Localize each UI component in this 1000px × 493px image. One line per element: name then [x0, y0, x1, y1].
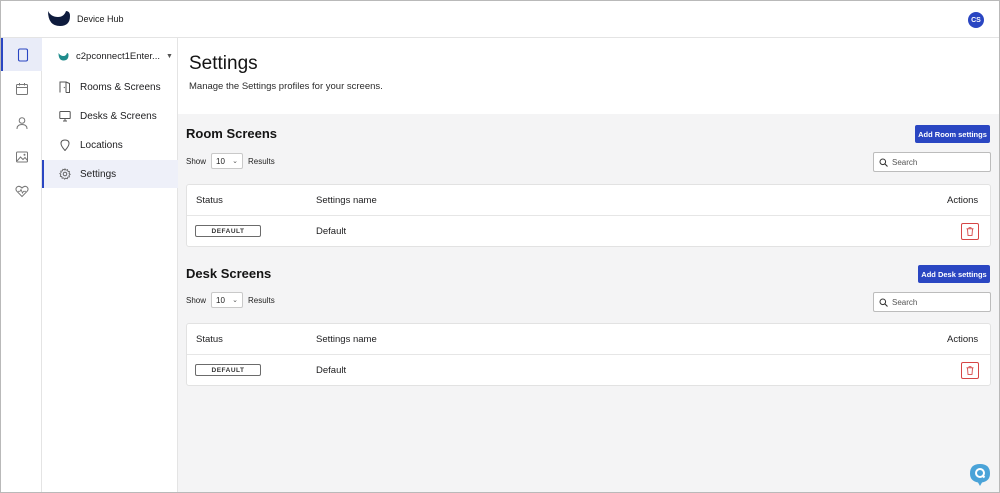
chevron-down-icon: ▼	[165, 52, 173, 60]
page-header: Settings Manage the Settings profiles fo…	[178, 38, 999, 114]
help-chat-icon[interactable]	[969, 463, 991, 487]
rail-item-users[interactable]	[1, 106, 42, 139]
trash-icon	[966, 227, 974, 236]
room-screens-title: Room Screens	[186, 126, 278, 141]
org-selector[interactable]: c2pconnect1Enter... ▼	[58, 48, 176, 64]
status-badge: DEFAULT	[195, 225, 261, 237]
delete-button[interactable]	[961, 362, 979, 379]
app-title: Device Hub	[77, 14, 124, 24]
sidebar-item-label: Locations	[80, 139, 123, 151]
settings-name-cell[interactable]: Default	[316, 365, 346, 376]
results-label: Results	[248, 295, 275, 305]
tablet-icon	[17, 47, 28, 62]
calendar-icon	[15, 82, 28, 95]
column-header-status: Status	[196, 334, 223, 345]
page-size-value: 10	[216, 295, 225, 305]
status-badge: DEFAULT	[195, 364, 261, 376]
delete-button[interactable]	[961, 223, 979, 240]
page-size-value: 10	[216, 156, 225, 166]
chevron-down-icon: ⌄	[232, 297, 239, 304]
column-header-actions: Actions	[947, 334, 979, 345]
add-desk-settings-button[interactable]: Add Desk settings	[918, 265, 990, 283]
settings-name-cell[interactable]: Default	[316, 226, 346, 237]
trash-icon	[966, 366, 974, 375]
search-icon	[879, 158, 888, 167]
page-title: Settings	[189, 53, 258, 74]
column-header-settings-name: Settings name	[316, 334, 377, 345]
user-avatar[interactable]: CS	[968, 12, 984, 28]
device-hub-logo-icon[interactable]	[47, 10, 71, 27]
search-icon	[879, 298, 888, 307]
page-subtitle: Manage the Settings profiles for your sc…	[189, 81, 383, 92]
door-icon	[59, 81, 70, 93]
sidebar-item-label: Settings	[80, 168, 117, 180]
room-settings-table: Status Settings name Actions DEFAULT Def…	[186, 184, 991, 247]
desk-page-size-select[interactable]: 10 ⌄	[211, 292, 244, 308]
rail-item-devices[interactable]	[1, 38, 42, 71]
location-pin-icon	[60, 139, 70, 151]
column-header-actions: Actions	[947, 195, 979, 206]
org-name: c2pconnect1Enter...	[76, 50, 160, 62]
sidebar: c2pconnect1Enter... ▼ Rooms & Screens De…	[42, 38, 178, 492]
sidebar-item-label: Rooms & Screens	[80, 81, 161, 93]
top-bar: Device Hub CS	[1, 1, 999, 38]
results-label: Results	[248, 156, 275, 166]
room-search-input[interactable]: Search	[873, 152, 991, 172]
desk-page-size-control: Show 10 ⌄ Results	[186, 292, 275, 308]
search-placeholder: Search	[892, 297, 918, 307]
room-page-size-select[interactable]: 10 ⌄	[211, 153, 244, 169]
chevron-down-icon: ⌄	[232, 158, 239, 165]
main-content: Settings Manage the Settings profiles fo…	[178, 38, 999, 492]
icon-rail	[1, 38, 42, 492]
room-page-size-control: Show 10 ⌄ Results	[186, 153, 275, 169]
sidebar-item-label: Desks & Screens	[80, 110, 157, 122]
desk-screens-title: Desk Screens	[186, 266, 272, 281]
heart-pulse-icon	[14, 185, 29, 197]
rail-item-calendar[interactable]	[1, 72, 42, 105]
column-header-status: Status	[196, 195, 223, 206]
sidebar-item-rooms-screens[interactable]: Rooms & Screens	[42, 73, 178, 101]
column-header-settings-name: Settings name	[316, 195, 377, 206]
app-window: Device Hub CS c2pconnect1Enter... ▼ Room…	[0, 0, 1000, 493]
user-icon	[16, 116, 27, 129]
org-logo-icon	[58, 52, 69, 60]
image-icon	[15, 151, 28, 162]
sidebar-item-desks-screens[interactable]: Desks & Screens	[42, 102, 178, 130]
table-header: Status Settings name Actions	[187, 324, 990, 355]
gear-icon	[59, 168, 71, 180]
desk-search-input[interactable]: Search	[873, 292, 991, 312]
rail-item-health[interactable]	[1, 174, 42, 207]
sidebar-item-settings[interactable]: Settings	[42, 160, 178, 188]
show-label: Show	[186, 156, 207, 166]
show-label: Show	[186, 295, 207, 305]
monitor-icon	[59, 111, 71, 122]
table-header: Status Settings name Actions	[187, 185, 990, 216]
sidebar-item-locations[interactable]: Locations	[42, 131, 178, 159]
rail-item-media[interactable]	[1, 140, 42, 173]
desk-settings-table: Status Settings name Actions DEFAULT Def…	[186, 323, 991, 386]
search-placeholder: Search	[892, 157, 918, 167]
add-room-settings-button[interactable]: Add Room settings	[915, 125, 990, 143]
